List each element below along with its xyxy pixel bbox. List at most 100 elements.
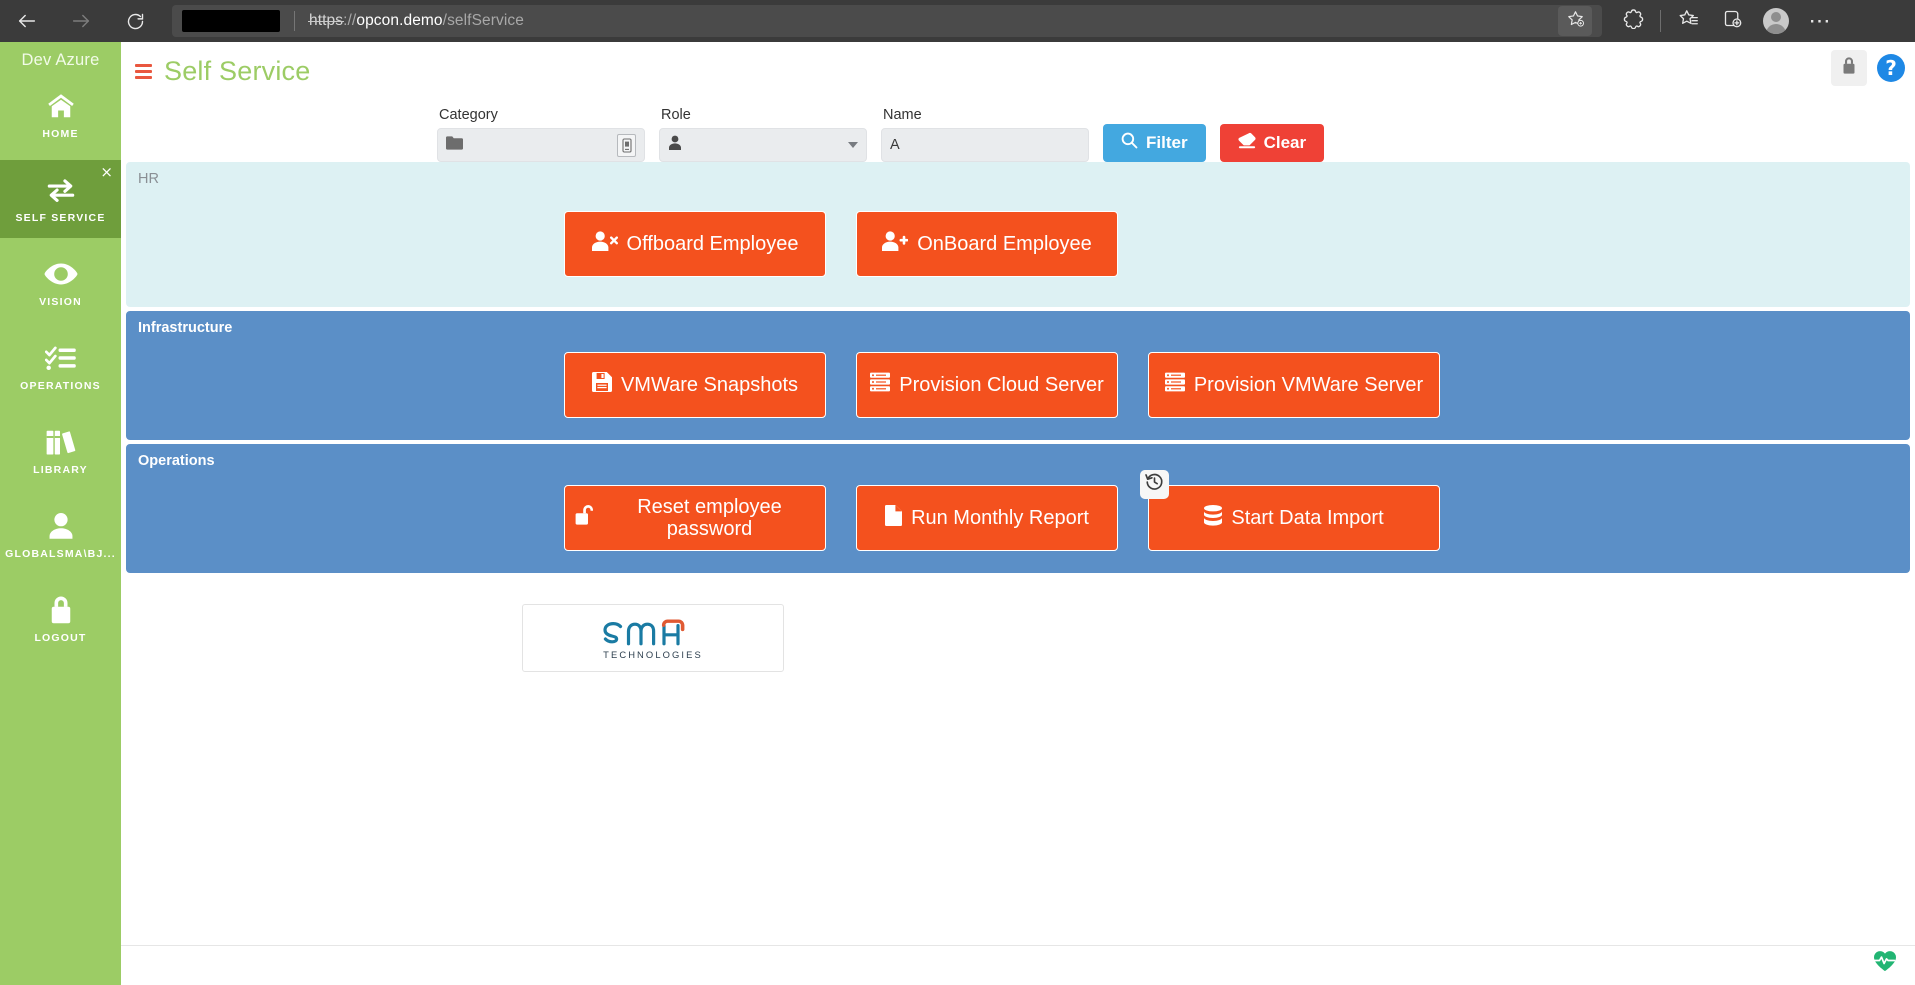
sidebar-item-library[interactable]: LIBRARY <box>0 412 121 490</box>
sidebar-item-logout[interactable]: LOGOUT <box>0 580 121 658</box>
url-text: https://opcon.demo/selfService <box>309 12 524 30</box>
header-actions: ? <box>1831 50 1905 86</box>
role-select[interactable] <box>659 128 867 162</box>
tile-offboard-employee[interactable]: Offboard Employee <box>564 211 826 277</box>
extensions-button[interactable] <box>1616 4 1650 38</box>
clear-button[interactable]: Clear <box>1220 124 1325 162</box>
user-plus-icon <box>882 231 908 258</box>
save-floppy-icon <box>592 372 612 398</box>
sidebar-item-label: GLOBALSMA\BJ... <box>5 548 116 560</box>
forward-button[interactable] <box>64 4 98 38</box>
folder-icon <box>446 136 463 155</box>
collections-button[interactable] <box>1715 4 1749 38</box>
extensions-icon <box>1623 8 1644 34</box>
tile-start-data-import[interactable]: Start Data Import <box>1148 485 1440 551</box>
address-bar[interactable]: https://opcon.demo/selfService <box>172 5 1602 37</box>
category-field: Category <box>437 107 645 162</box>
file-icon <box>885 505 902 532</box>
tile-label: Reset employee password <box>604 496 815 540</box>
tile-label: Start Data Import <box>1231 507 1383 529</box>
sidebar-item-label: LOGOUT <box>34 632 86 644</box>
sidebar-item-label: HOME <box>42 128 78 140</box>
history-icon <box>1145 472 1164 497</box>
tile-vmware-snapshots[interactable]: VMWare Snapshots <box>564 352 826 418</box>
sidebar-item-label: SELF SERVICE <box>15 212 105 224</box>
settings-more-icon: ⋯ <box>1809 16 1832 26</box>
category-picker-icon[interactable] <box>617 134 636 157</box>
search-icon <box>1121 132 1138 154</box>
help-button[interactable]: ? <box>1877 54 1905 82</box>
collections-icon <box>1722 8 1743 34</box>
name-label: Name <box>881 107 1089 123</box>
tile-label: OnBoard Employee <box>917 233 1092 255</box>
eye-icon <box>44 259 78 289</box>
tile-label: Provision VMWare Server <box>1194 374 1423 396</box>
section-tiles: Offboard Employee OnBoard Employee <box>126 187 1910 307</box>
database-icon <box>1204 505 1222 532</box>
section-hr: HR Offboard Employee <box>126 162 1910 307</box>
name-input[interactable]: A <box>881 128 1089 162</box>
browser-toolbar: https://opcon.demo/selfService <box>0 0 1915 42</box>
tile-label: VMWare Snapshots <box>621 374 798 396</box>
tile-label: Offboard Employee <box>627 233 799 255</box>
back-button[interactable] <box>10 4 44 38</box>
url-host: opcon.demo <box>356 12 442 29</box>
lock-icon <box>48 595 74 625</box>
books-icon <box>46 427 76 457</box>
health-status-button[interactable] <box>1873 950 1897 977</box>
toolbar-divider <box>1660 10 1661 32</box>
svg-text:TECHNOLOGIES: TECHNOLOGIES <box>603 649 703 660</box>
settings-more-button[interactable]: ⋯ <box>1803 4 1837 38</box>
page-content: Self Service ? Category <box>121 42 1915 985</box>
user-icon <box>47 511 75 541</box>
browser-actions: ⋯ <box>1616 4 1837 38</box>
sidebar-item-home[interactable]: HOME <box>0 76 121 154</box>
sidebar-brand: Dev Azure <box>0 42 121 70</box>
tile-provision-vmware-server[interactable]: Provision VMWare Server <box>1148 352 1440 418</box>
sidebar-item-vision[interactable]: VISION <box>0 244 121 322</box>
filter-button-label: Filter <box>1146 133 1188 153</box>
tile-label: Provision Cloud Server <box>899 374 1104 396</box>
tile-reset-employee-password[interactable]: Reset employee password <box>564 485 826 551</box>
service-sections: HR Offboard Employee <box>121 162 1915 573</box>
add-favorite-icon <box>1566 9 1585 33</box>
sidebar-item-label: OPERATIONS <box>20 380 101 392</box>
forward-arrow-icon <box>70 10 92 32</box>
sidebar-item-operations[interactable]: OPERATIONS <box>0 328 121 406</box>
hamburger-menu-icon[interactable] <box>135 64 152 79</box>
section-title: Infrastructure <box>126 311 1910 336</box>
filter-bar: Category Role <box>121 100 1915 162</box>
sidebar-item-self-service[interactable]: × SELF SERVICE <box>0 160 121 238</box>
server-icon <box>870 372 890 398</box>
category-input[interactable] <box>437 128 645 162</box>
name-value: A <box>890 137 900 153</box>
server-icon <box>1165 372 1185 398</box>
eraser-icon <box>1238 132 1256 154</box>
profile-avatar-icon <box>1763 8 1789 34</box>
tile-run-monthly-report[interactable]: Run Monthly Report <box>856 485 1118 551</box>
sidebar-item-label: LIBRARY <box>33 464 88 476</box>
add-favorite-button[interactable] <box>1558 6 1592 36</box>
lock-button[interactable] <box>1831 50 1867 86</box>
role-field: Role <box>659 107 867 162</box>
user-icon <box>668 135 682 155</box>
reload-icon <box>125 11 146 32</box>
section-infrastructure: Infrastructure VMWare Snapshots <box>126 311 1910 440</box>
exchange-arrows-icon <box>44 175 78 205</box>
sma-technologies-logo: TECHNOLOGIES <box>600 612 706 664</box>
favorites-button[interactable] <box>1671 4 1705 38</box>
reload-button[interactable] <box>118 4 152 38</box>
filter-button[interactable]: Filter <box>1103 124 1206 162</box>
tile-onboard-employee[interactable]: OnBoard Employee <box>856 211 1118 277</box>
history-badge[interactable] <box>1140 470 1169 499</box>
redacted-identity-chip <box>182 10 280 32</box>
close-icon[interactable]: × <box>100 165 113 180</box>
home-icon <box>45 91 77 121</box>
url-scheme: https <box>309 12 343 29</box>
profile-button[interactable] <box>1759 4 1793 38</box>
sidebar-item-user[interactable]: GLOBALSMA\BJ... <box>0 496 121 574</box>
back-arrow-icon <box>16 10 38 32</box>
tile-provision-cloud-server[interactable]: Provision Cloud Server <box>856 352 1118 418</box>
user-minus-icon <box>592 231 618 258</box>
role-label: Role <box>659 107 867 123</box>
